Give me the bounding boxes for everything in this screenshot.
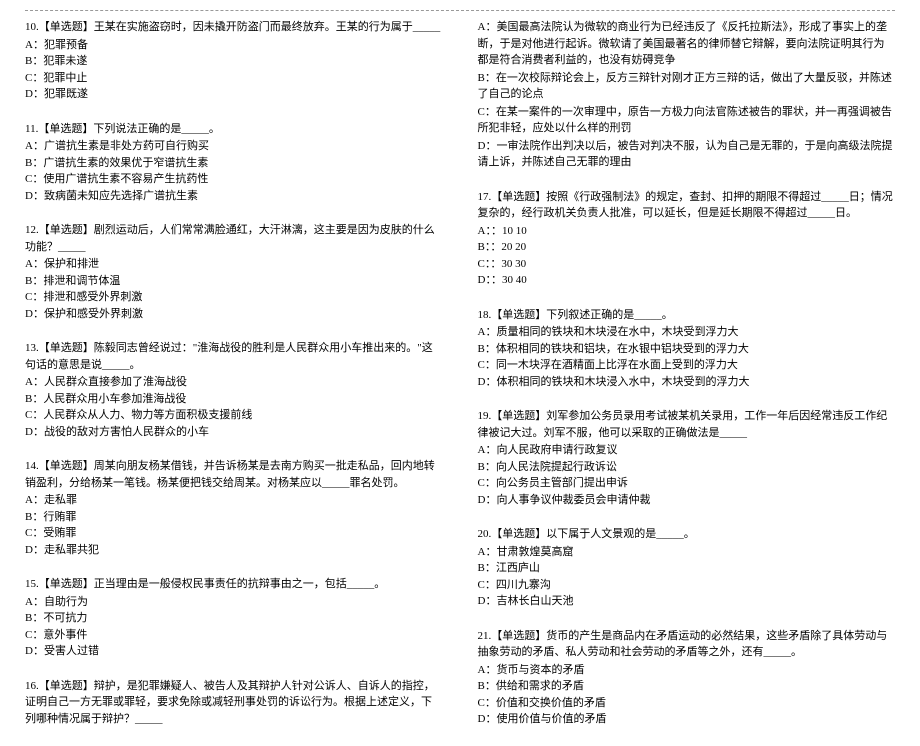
question-14-option-d: D：走私罪共犯 [25, 542, 443, 559]
question-17-option-c: C：：30 30 [478, 256, 896, 273]
question-16-option-d: D：一审法院作出判决以后，被告对判决不服，认为自己是无罪的，于是向高级法院提请上… [478, 138, 896, 171]
question-19-option-b: B：向人民法院提起行政诉讼 [478, 459, 896, 476]
question-13-title: 13.【单选题】陈毅同志曾经说过："淮海战役的胜利是人民群众用小车推出来的。"这… [25, 340, 443, 373]
question-16-option-b: B：在一次校际辩论会上，反方三辩针对刚才正方三辩的话，做出了大量反驳，并陈述了自… [478, 70, 896, 103]
question-15-title: 15.【单选题】正当理由是一般侵权民事责任的抗辩事由之一，包括_____。 [25, 576, 443, 593]
question-20-option-c: C：四川九寨沟 [478, 577, 896, 594]
question-16: 16.【单选题】辩护，是犯罪嫌疑人、被告人及其辩护人针对公诉人、自诉人的指控，证… [25, 678, 443, 728]
question-14-option-c: C：受贿罪 [25, 525, 443, 542]
question-18: 18.【单选题】下列叙述正确的是_____。 A：质量相同的铁块和木块浸在水中，… [478, 307, 896, 391]
header-divider [25, 10, 895, 11]
question-20-option-a: A：甘肃敦煌莫高窟 [478, 544, 896, 561]
question-19: 19.【单选题】刘军参加公务员录用考试被某机关录用，工作一年后因经常违反工作纪律… [478, 408, 896, 508]
left-column: 10.【单选题】王某在实施盗窃时，因未撬开防盗门而最终放弃。王某的行为属于___… [25, 19, 443, 746]
question-21-title: 21.【单选题】货币的产生是商品内在矛盾运动的必然结果，这些矛盾除了具体劳动与抽… [478, 628, 896, 661]
question-14-option-a: A：走私罪 [25, 492, 443, 509]
question-15: 15.【单选题】正当理由是一般侵权民事责任的抗辩事由之一，包括_____。 A：… [25, 576, 443, 660]
question-13-option-a: A：人民群众直接参加了淮海战役 [25, 374, 443, 391]
question-19-title: 19.【单选题】刘军参加公务员录用考试被某机关录用，工作一年后因经常违反工作纪律… [478, 408, 896, 441]
question-18-option-a: A：质量相同的铁块和木块浸在水中，木块受到浮力大 [478, 324, 896, 341]
question-12-option-c: C：排泄和感受外界刺激 [25, 289, 443, 306]
question-15-option-b: B：不可抗力 [25, 610, 443, 627]
question-14-title: 14.【单选题】周某向朋友杨某借钱，并告诉杨某是去南方购买一批走私品，回内地转销… [25, 458, 443, 491]
question-18-option-c: C：同一木块浮在酒精面上比浮在水面上受到的浮力大 [478, 357, 896, 374]
question-13-option-d: D：战役的敌对方害怕人民群众的小车 [25, 424, 443, 441]
question-18-option-d: D：体积相同的铁块和木块浸入水中，木块受到的浮力大 [478, 374, 896, 391]
question-12: 12.【单选题】剧烈运动后，人们常常满脸通红，大汗淋漓，这主要是因为皮肤的什么功… [25, 222, 443, 322]
question-13: 13.【单选题】陈毅同志曾经说过："淮海战役的胜利是人民群众用小车推出来的。"这… [25, 340, 443, 440]
question-17-option-a: A：：10 10 [478, 223, 896, 240]
question-10: 10.【单选题】王某在实施盗窃时，因未撬开防盗门而最终放弃。王某的行为属于___… [25, 19, 443, 103]
question-14: 14.【单选题】周某向朋友杨某借钱，并告诉杨某是去南方购买一批走私品，回内地转销… [25, 458, 443, 558]
question-19-option-c: C：向公务员主管部门提出申诉 [478, 475, 896, 492]
question-17: 17.【单选题】按照《行政强制法》的规定，查封、扣押的期限不得超过_____日；… [478, 189, 896, 289]
question-20-option-b: B：江西庐山 [478, 560, 896, 577]
question-21-option-a: A：货币与资本的矛盾 [478, 662, 896, 679]
question-20-option-d: D：吉林长白山天池 [478, 593, 896, 610]
question-11-option-d: D：致病菌未知应先选择广谱抗生素 [25, 188, 443, 205]
question-21-option-b: B：供给和需求的矛盾 [478, 678, 896, 695]
question-19-option-a: A：向人民政府申请行政复议 [478, 442, 896, 459]
question-12-title: 12.【单选题】剧烈运动后，人们常常满脸通红，大汗淋漓，这主要是因为皮肤的什么功… [25, 222, 443, 255]
question-11: 11.【单选题】下列说法正确的是_____。 A：广谱抗生素是非处方药可自行购买… [25, 121, 443, 205]
question-15-option-d: D：受害人过错 [25, 643, 443, 660]
question-17-option-d: D：：30 40 [478, 272, 896, 289]
question-10-option-b: B：犯罪未遂 [25, 53, 443, 70]
question-17-option-b: B：：20 20 [478, 239, 896, 256]
question-20-title: 20.【单选题】以下属于人文景观的是_____。 [478, 526, 896, 543]
question-10-title: 10.【单选题】王某在实施盗窃时，因未撬开防盗门而最终放弃。王某的行为属于___… [25, 19, 443, 36]
question-10-option-c: C：犯罪中止 [25, 70, 443, 87]
question-12-option-a: A：保护和排泄 [25, 256, 443, 273]
question-15-option-a: A：自助行为 [25, 594, 443, 611]
question-13-option-b: B：人民群众用小车参加淮海战役 [25, 391, 443, 408]
question-21-option-c: C：价值和交换价值的矛盾 [478, 695, 896, 712]
question-13-option-c: C：人民群众从人力、物力等方面积极支援前线 [25, 407, 443, 424]
question-14-option-b: B：行贿罪 [25, 509, 443, 526]
question-16-option-a: A：美国最高法院认为微软的商业行为已经违反了《反托拉斯法》，形成了事实上的垄断，… [478, 19, 896, 69]
question-11-option-b: B：广谱抗生素的效果优于窄谱抗生素 [25, 155, 443, 172]
question-11-title: 11.【单选题】下列说法正确的是_____。 [25, 121, 443, 138]
question-19-option-d: D：向人事争议仲裁委员会申请仲裁 [478, 492, 896, 509]
question-17-title: 17.【单选题】按照《行政强制法》的规定，查封、扣押的期限不得超过_____日；… [478, 189, 896, 222]
question-16-continuation: A：美国最高法院认为微软的商业行为已经违反了《反托拉斯法》，形成了事实上的垄断，… [478, 19, 896, 171]
question-10-option-d: D：犯罪既遂 [25, 86, 443, 103]
question-11-option-a: A：广谱抗生素是非处方药可自行购买 [25, 138, 443, 155]
question-12-option-b: B：排泄和调节体温 [25, 273, 443, 290]
question-18-option-b: B：体积相同的铁块和铝块，在水银中铝块受到的浮力大 [478, 341, 896, 358]
question-21-option-d: D：使用价值与价值的矛盾 [478, 711, 896, 728]
question-16-title: 16.【单选题】辩护，是犯罪嫌疑人、被告人及其辩护人针对公诉人、自诉人的指控，证… [25, 678, 443, 728]
question-10-option-a: A：犯罪预备 [25, 37, 443, 54]
question-16-option-c: C：在某一案件的一次审理中，原告一方极力向法官陈述被告的罪状，并一再强调被告所犯… [478, 104, 896, 137]
question-18-title: 18.【单选题】下列叙述正确的是_____。 [478, 307, 896, 324]
question-15-option-c: C：意外事件 [25, 627, 443, 644]
right-column: A：美国最高法院认为微软的商业行为已经违反了《反托拉斯法》，形成了事实上的垄断，… [478, 19, 896, 746]
question-11-option-c: C：使用广谱抗生素不容易产生抗药性 [25, 171, 443, 188]
columns-container: 10.【单选题】王某在实施盗窃时，因未撬开防盗门而最终放弃。王某的行为属于___… [25, 19, 895, 746]
question-12-option-d: D：保护和感受外界刺激 [25, 306, 443, 323]
question-20: 20.【单选题】以下属于人文景观的是_____。 A：甘肃敦煌莫高窟 B：江西庐… [478, 526, 896, 610]
question-21: 21.【单选题】货币的产生是商品内在矛盾运动的必然结果，这些矛盾除了具体劳动与抽… [478, 628, 896, 728]
